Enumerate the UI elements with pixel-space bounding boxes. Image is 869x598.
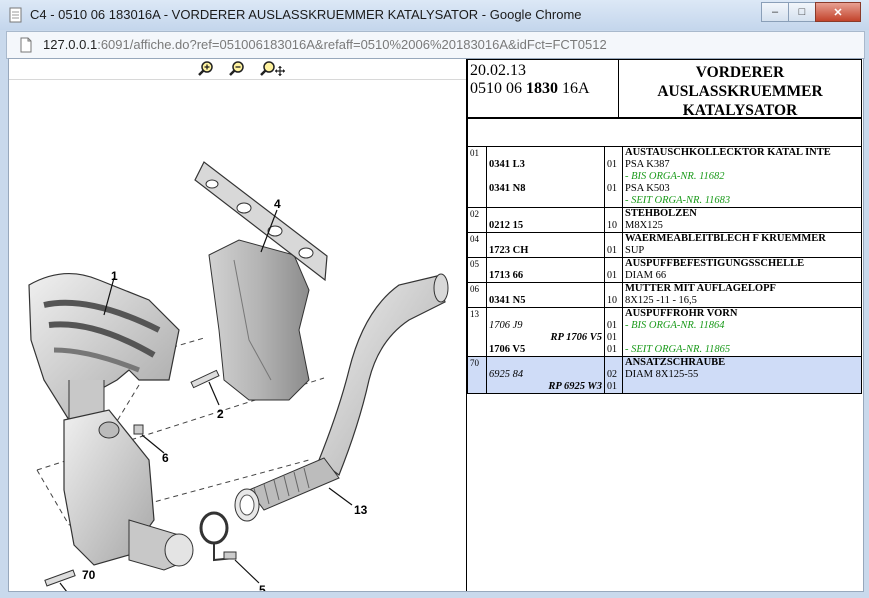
reference-cell: 0212 15 <box>486 207 605 233</box>
reference-link[interactable]: 1723 CH <box>489 245 602 257</box>
parts-row[interactable]: 04 1723 CH 01 WAERMEABLEITBLECH F KRUEMM… <box>467 232 862 258</box>
reference-cell: 1723 CH <box>486 232 605 258</box>
position-cell: 13 <box>467 307 487 357</box>
parts-row[interactable]: 05 1713 66 01 AUSPUFFBEFESTIGUNGSSCHELLE… <box>467 257 862 283</box>
catalytic-converter <box>63 409 194 571</box>
zoom-toolbar <box>9 59 466 80</box>
callout-6: 6 <box>162 451 169 465</box>
url-host: 127.0.0.1 <box>43 37 98 52</box>
reference-link[interactable]: 6925 84 <box>489 369 602 381</box>
parts-row[interactable]: 13 1706 J9 RP 1706 V5 1706 V5 01 01 01 AUS… <box>467 307 862 357</box>
callout-1: 1 <box>111 269 118 283</box>
parts-table: 01 0341 L3 0341 N8 01 01 AUSTAUSCHKOLLECK… <box>467 146 862 394</box>
replacement-reference[interactable]: RP 6925 W3 <box>489 381 602 393</box>
position-cell: 70 <box>467 356 487 394</box>
parts-row-selected[interactable]: 70 6925 84 RP 6925 W3 02 01 ANSATZSCHRAUB… <box>467 356 862 394</box>
zoom-out-icon[interactable] <box>227 60 247 78</box>
quantity-cell: 01 <box>604 257 623 283</box>
exhaust-parts-diagram: 1 2 4 5 6 13 70 <box>28 161 449 591</box>
callout-2: 2 <box>217 407 224 421</box>
reference-link[interactable]: 1713 66 <box>489 270 602 282</box>
reference-cell: 0341 L3 0341 N8 <box>486 146 605 208</box>
title-line: AUSLASSKRUEMMER <box>657 83 823 100</box>
reference-cell: 1706 J9 RP 1706 V5 1706 V5 <box>486 307 605 357</box>
header-date: 20.02.13 <box>470 62 526 79</box>
parts-row[interactable]: 02 0212 15 10 STEHBOLZEN M8X125 <box>467 207 862 233</box>
maximize-button[interactable]: □ <box>788 2 816 22</box>
parts-header: 20.02.13 0510 06 1830 16A VORDERER AUSLA… <box>467 59 862 119</box>
document-icon <box>9 7 22 23</box>
ref-bold: 1830 <box>526 80 558 97</box>
description-cell: ANSATZSCHRAUBE DIAM 8X125-55 <box>622 356 862 394</box>
empty-info-box <box>467 117 862 147</box>
exhaust-manifold <box>28 272 180 421</box>
quantity-cell: 10 <box>604 207 623 233</box>
position-cell: 01 <box>467 146 487 208</box>
ref-prefix: 0510 06 <box>470 80 526 97</box>
position-cell: 06 <box>467 282 487 308</box>
callout-13: 13 <box>354 503 368 517</box>
parts-row[interactable]: 01 0341 L3 0341 N8 01 01 AUSTAUSCHKOLLECK… <box>467 146 862 208</box>
callout-4: 4 <box>274 197 281 211</box>
url-text[interactable]: 127.0.0.1:6091/affiche.do?ref=0510061830… <box>43 37 607 52</box>
header-title: VORDERER AUSLASSKRUEMMER KATALYSATOR <box>619 63 861 120</box>
quantity-cell: 02 01 <box>604 356 623 394</box>
position-cell: 04 <box>467 232 487 258</box>
description-cell: STEHBOLZEN M8X125 <box>622 207 862 233</box>
url-path: :6091/affiche.do?ref=051006183016A&refaf… <box>97 37 607 52</box>
title-bar: C4 - 0510 06 183016A - VORDERER AUSLASSK… <box>0 0 869 30</box>
minimize-button[interactable]: – <box>761 2 789 22</box>
position-cell: 05 <box>467 257 487 283</box>
callout-5: 5 <box>259 583 266 591</box>
description-cell: AUSPUFFROHR VORN - BIS ORGA-NR. 11864 - … <box>622 307 862 357</box>
heat-shield <box>208 239 310 401</box>
quantity-cell: 01 <box>604 232 623 258</box>
reference-cell: 0341 N5 <box>486 282 605 308</box>
title-line: VORDERER <box>695 64 785 81</box>
address-bar[interactable]: 127.0.0.1:6091/affiche.do?ref=0510061830… <box>6 31 865 59</box>
parts-panel: 20.02.13 0510 06 1830 16A VORDERER AUSLA… <box>467 59 863 591</box>
window-title: C4 - 0510 06 183016A - VORDERER AUSLASSK… <box>30 7 582 22</box>
callout-70: 70 <box>82 568 96 582</box>
diagram-panel: 1 2 4 5 6 13 70 <box>9 59 467 591</box>
pan-zoom-icon[interactable] <box>258 60 286 78</box>
ref-suffix: 16A <box>558 80 590 97</box>
reference-cell: 6925 84 RP 6925 W3 <box>486 356 605 394</box>
page-icon <box>20 37 32 53</box>
description-cell: AUSTAUSCHKOLLECKTOR KATAL INTE PSA K387 … <box>622 146 862 208</box>
window-controls: – □ ✕ <box>761 2 861 22</box>
close-button[interactable]: ✕ <box>815 2 861 22</box>
reference-link[interactable]: 1706 V5 <box>489 344 602 356</box>
reference-link[interactable]: 0212 15 <box>489 220 602 232</box>
description-cell: AUSPUFFBEFESTIGUNGSSCHELLE DIAM 66 <box>622 257 862 283</box>
reference-link[interactable]: 1706 J9 <box>489 320 602 332</box>
quantity-cell: 01 01 01 <box>604 307 623 357</box>
reference-link[interactable]: 0341 N5 <box>489 295 602 307</box>
quantity-cell: 10 <box>604 282 623 308</box>
clamp <box>199 511 237 562</box>
description-cell: WAERMEABLEITBLECH F KRUEMMER SUP <box>622 232 862 258</box>
description-cell: MUTTER MIT AUFLAGELOPF 8X125 -11 - 16,5 <box>622 282 862 308</box>
reference-cell: 1713 66 <box>486 257 605 283</box>
header-ref: 0510 06 1830 16A <box>470 80 590 98</box>
page-content: 1 2 4 5 6 13 70 20.02.13 0510 06 1830 16… <box>8 58 864 592</box>
parts-row[interactable]: 06 0341 N5 10 MUTTER MIT AUFLAGELOPF 8X1… <box>467 282 862 308</box>
zoom-in-icon[interactable] <box>196 60 216 78</box>
reference-link[interactable]: 0341 N8 <box>489 183 602 195</box>
reference-link[interactable]: 0341 L3 <box>489 159 602 171</box>
replacement-reference[interactable]: RP 1706 V5 <box>489 332 602 344</box>
quantity-cell: 01 01 <box>604 146 623 208</box>
position-cell: 02 <box>467 207 487 233</box>
